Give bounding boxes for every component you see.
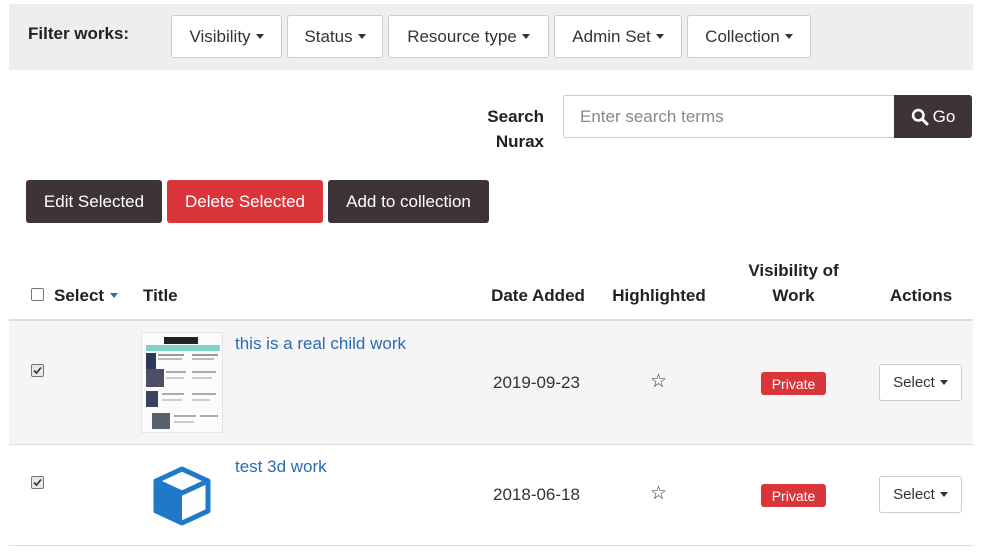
row-checkbox[interactable]	[31, 476, 44, 489]
title-header: Title	[143, 286, 178, 305]
cube-icon-graphic	[153, 466, 211, 526]
caret-down-icon	[357, 34, 366, 39]
resource-type-filter-label: Resource type	[407, 26, 517, 46]
search-input[interactable]	[563, 95, 895, 138]
collection-filter-button[interactable]: Collection	[687, 15, 811, 58]
row-actions-select-button[interactable]: Select	[879, 364, 962, 401]
visibility-header-line2: Work	[772, 286, 815, 305]
caret-down-icon	[784, 34, 793, 39]
work-title-link[interactable]: test 3d work	[235, 457, 327, 477]
check-icon	[33, 478, 42, 487]
search-label: Search Nurax	[487, 104, 544, 154]
caret-down-icon	[110, 293, 119, 298]
caret-down-icon	[939, 492, 948, 497]
status-filter-button[interactable]: Status	[287, 15, 383, 58]
select-all-checkbox[interactable]	[31, 288, 44, 301]
delete-selected-button[interactable]: Delete Selected	[167, 180, 323, 223]
highlighted-header: Highlighted	[612, 286, 706, 305]
row-checkbox[interactable]	[31, 364, 44, 377]
cube-icon[interactable]	[151, 465, 213, 527]
admin-set-filter-button[interactable]: Admin Set	[554, 15, 682, 58]
collection-filter-label: Collection	[705, 26, 780, 46]
date-added: 2019-09-23	[493, 373, 580, 392]
resource-type-filter-button[interactable]: Resource type	[388, 15, 549, 58]
date-added-header: Date Added	[491, 286, 585, 305]
search-icon	[911, 108, 929, 125]
caret-down-icon	[655, 34, 664, 39]
visibility-badge: Private	[761, 484, 826, 507]
go-label: Go	[932, 106, 956, 126]
visibility-badge: Private	[761, 372, 826, 395]
select-action-label: Select	[893, 374, 935, 391]
star-outline-icon[interactable]: ☆	[650, 484, 667, 503]
caret-down-icon	[521, 34, 530, 39]
work-title-link[interactable]: this is a real child work	[235, 334, 406, 354]
add-to-collection-button[interactable]: Add to collection	[328, 180, 489, 223]
filter-bar: Filter works: Visibility Status Resource…	[9, 4, 973, 70]
caret-down-icon	[939, 380, 948, 385]
search-go-button[interactable]: Go	[894, 95, 972, 138]
status-filter-label: Status	[304, 26, 353, 46]
select-header[interactable]: Select	[54, 283, 119, 308]
visibility-filter-label: Visibility	[189, 26, 251, 46]
visibility-header-line1: Visibility of	[748, 261, 839, 280]
search-label-line2: Nurax	[495, 132, 544, 151]
document-thumbnail[interactable]	[141, 332, 223, 433]
edit-selected-button[interactable]: Edit Selected	[26, 180, 162, 223]
date-added: 2018-06-18	[493, 485, 580, 504]
row-actions-select-button[interactable]: Select	[879, 476, 962, 513]
document-thumbnail-image	[142, 333, 222, 432]
admin-set-filter-label: Admin Set	[572, 26, 651, 46]
visibility-filter-button[interactable]: Visibility	[171, 15, 282, 58]
visibility-header: Visibility of Work	[730, 258, 857, 308]
check-icon	[33, 366, 42, 375]
select-action-label: Select	[893, 486, 935, 503]
actions-header: Actions	[889, 286, 953, 305]
caret-down-icon	[255, 34, 264, 39]
star-outline-icon[interactable]: ☆	[650, 372, 667, 391]
search-label-line1: Search	[487, 107, 544, 126]
filter-label: Filter works:	[28, 24, 130, 43]
select-header-label: Select	[54, 286, 105, 305]
